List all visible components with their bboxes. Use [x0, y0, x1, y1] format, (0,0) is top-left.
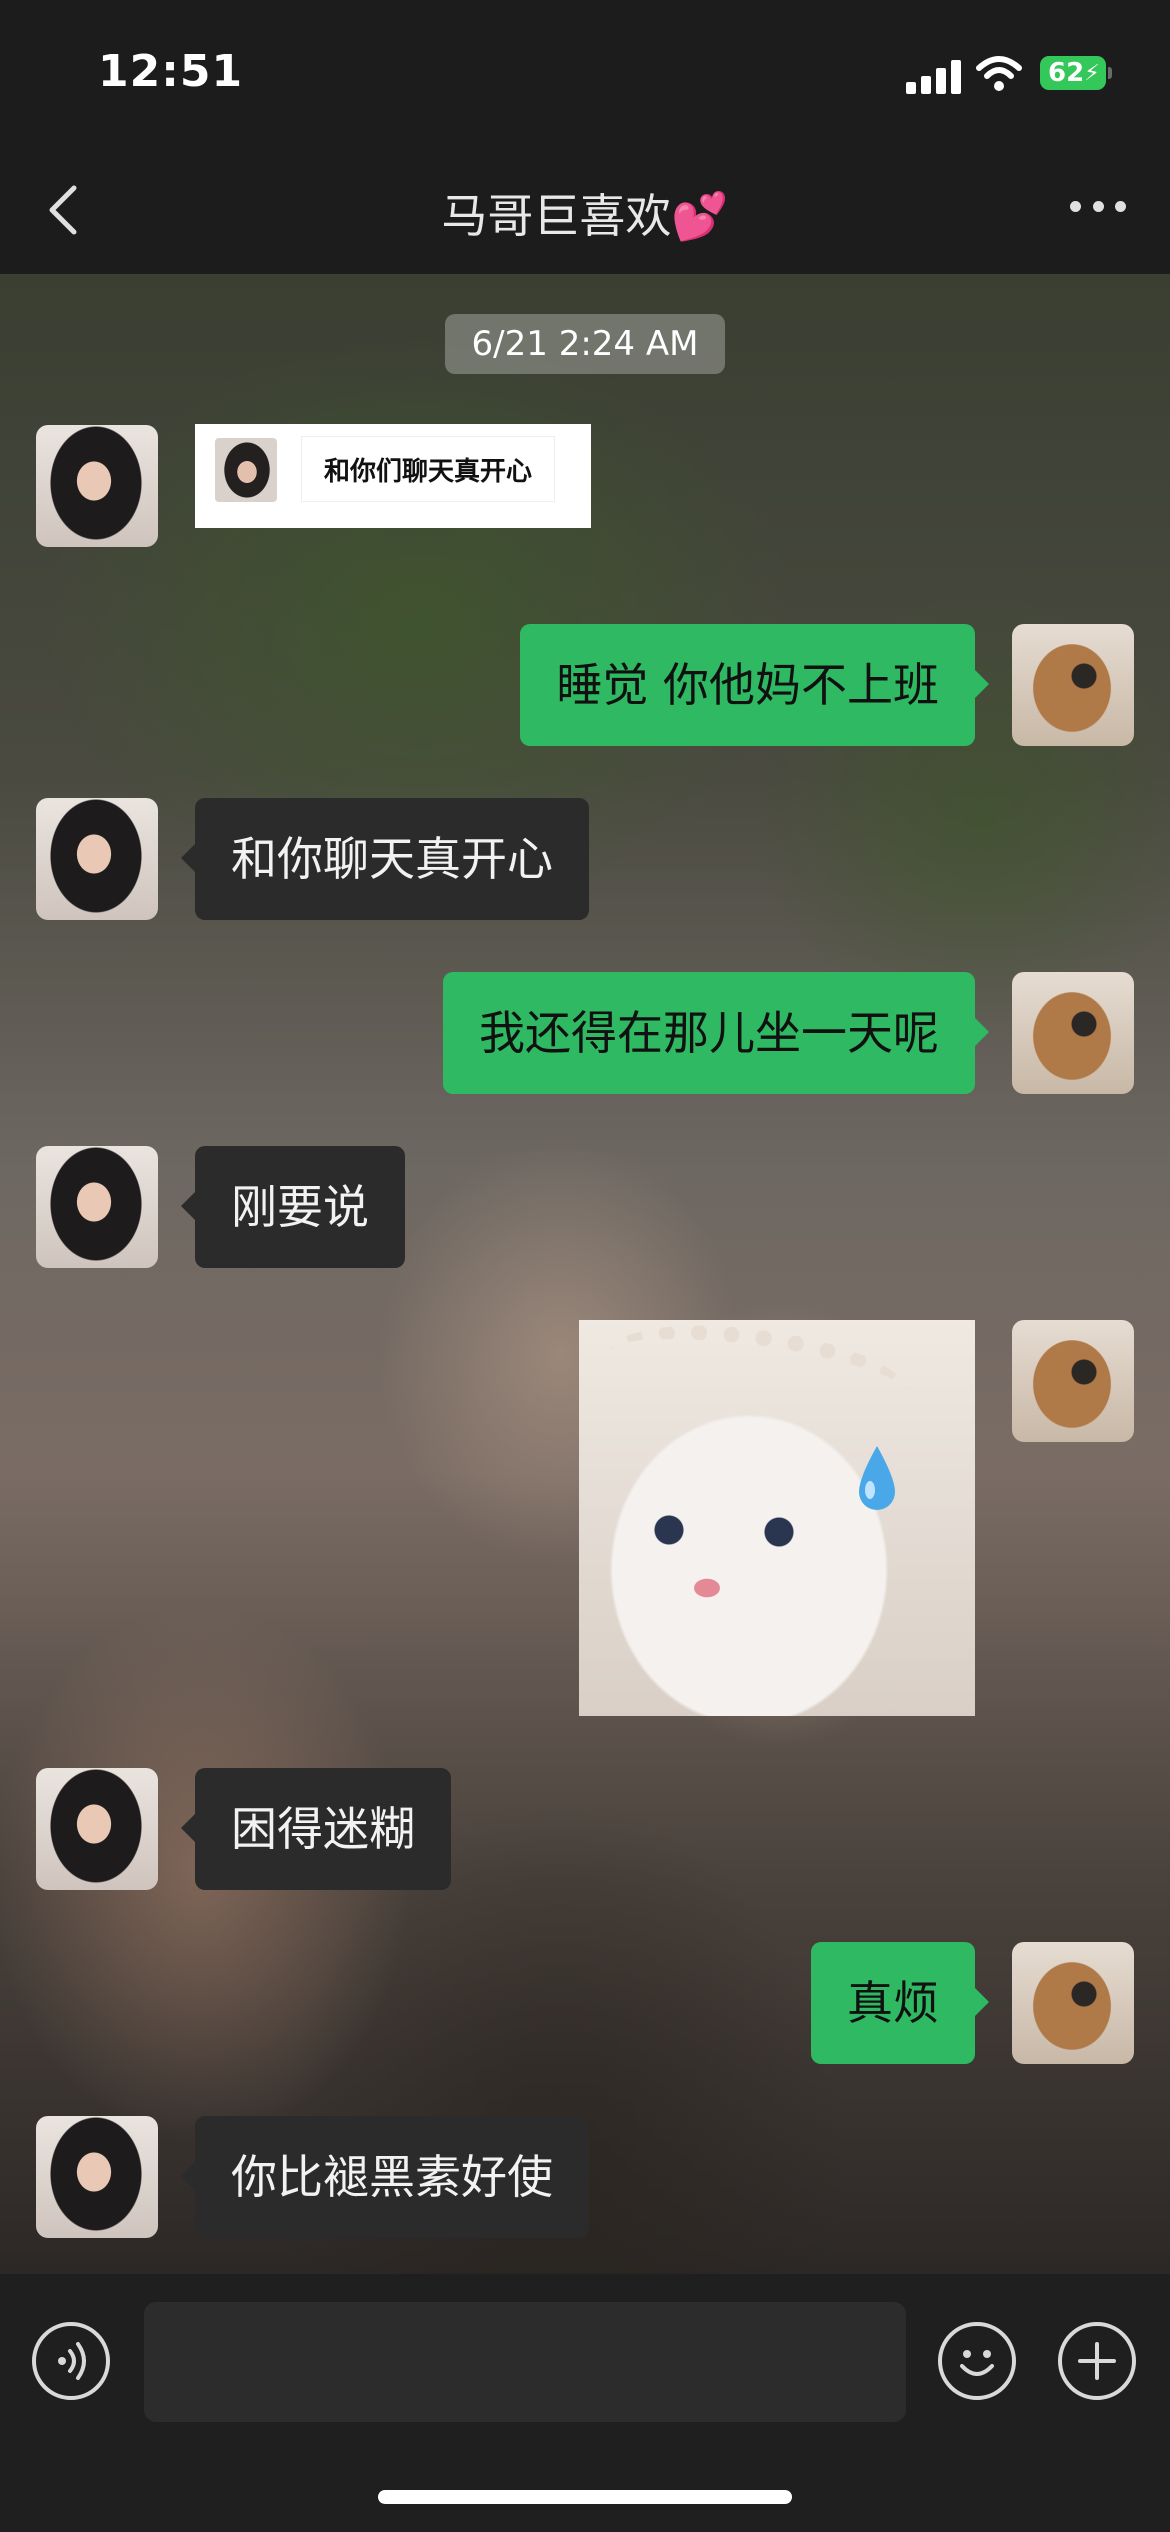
battery-level: 62 [1048, 58, 1085, 88]
incoming-message-bubble[interactable]: 刚要说 [181, 1146, 405, 1268]
outgoing-message-bubble[interactable]: 真烦 [811, 1942, 989, 2064]
more-actions-button[interactable] [1058, 2322, 1136, 2400]
incoming-message-bubble[interactable]: 和你聊天真开心 [181, 798, 589, 920]
incoming-message-bubble[interactable]: 你比褪黑素好使 [181, 2116, 589, 2238]
my-avatar[interactable] [1012, 624, 1134, 746]
message-timestamp: 6/21 2:24 AM [445, 314, 725, 374]
contact-avatar[interactable] [36, 425, 158, 547]
voice-wave-icon [58, 2342, 86, 2380]
my-avatar[interactable] [1012, 1320, 1134, 1442]
my-avatar[interactable] [1012, 972, 1134, 1094]
smiley-face-icon [960, 2350, 994, 2376]
chat-message-area[interactable]: 6/21 2:24 AM 和你们聊天真开心 睡觉 你他妈不上班 和你聊天真开心 … [0, 274, 1170, 2274]
chat-header: 马哥巨喜欢💕 [0, 150, 1170, 274]
incoming-message-bubble[interactable]: 困得迷糊 [181, 1768, 451, 1890]
contact-avatar[interactable] [36, 2116, 158, 2238]
outgoing-message-bubble[interactable]: 睡觉 你他妈不上班 [520, 624, 989, 746]
emoji-button[interactable] [938, 2322, 1016, 2400]
more-options-icon[interactable] [1070, 196, 1126, 216]
my-avatar[interactable] [1012, 1942, 1134, 2064]
quote-card-text: 和你们聊天真开心 [301, 436, 555, 502]
message-text-input[interactable] [144, 2302, 906, 2422]
quote-thumbnail [215, 438, 277, 502]
cellular-signal-icon [906, 58, 962, 94]
plus-icon [1078, 2342, 1116, 2380]
sweat-drop-icon [859, 1446, 895, 1510]
status-time: 12:51 [98, 46, 244, 97]
quoted-image-message[interactable]: 和你们聊天真开心 [195, 424, 591, 528]
battery-indicator: 62 ⚡ [1040, 56, 1112, 90]
chat-title: 马哥巨喜欢💕 [441, 189, 729, 243]
charging-bolt-icon: ⚡ [1084, 60, 1100, 86]
contact-avatar[interactable] [36, 1146, 158, 1268]
headband-decoration [604, 1320, 914, 1437]
crying-cat-sticker[interactable] [579, 1320, 975, 1716]
status-bar: 12:51 62 ⚡ [0, 0, 1170, 150]
outgoing-message-bubble[interactable]: 我还得在那儿坐一天呢 [443, 972, 989, 1094]
contact-avatar[interactable] [36, 1768, 158, 1890]
home-indicator[interactable] [378, 2490, 792, 2504]
contact-avatar[interactable] [36, 798, 158, 920]
voice-input-button[interactable] [32, 2322, 110, 2400]
wifi-icon [976, 56, 1022, 91]
